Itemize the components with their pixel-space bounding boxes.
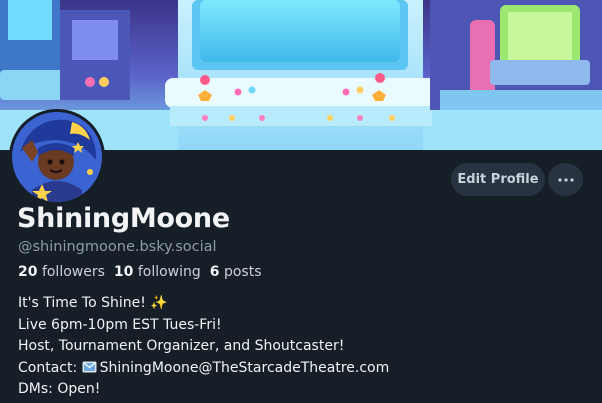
bio-line: Host, Tournament Organizer, and Shoutcas… [18, 338, 345, 354]
following-label: following [137, 264, 201, 280]
bio-contact-email[interactable]: ShiningMoone@TheStarcadeTheatre.com [100, 360, 390, 376]
ellipsis-icon [557, 177, 574, 182]
posts-count: 6 [209, 264, 220, 280]
followers-count: 20 [18, 264, 38, 280]
profile-handle[interactable]: @shiningmoone.bsky.social [18, 239, 217, 255]
posts-stat: 6 posts [210, 264, 262, 280]
following-link[interactable]: 10 following [114, 264, 201, 280]
more-options-button[interactable] [548, 163, 583, 196]
avatar-illustration [12, 112, 102, 202]
bio-contact-prefix: Contact: [18, 359, 82, 376]
email-icon [82, 361, 97, 372]
avatar[interactable] [12, 112, 102, 202]
edit-profile-button[interactable]: Edit Profile [451, 163, 545, 196]
profile-bio: It's Time To Shine! ✨ Live 6pm-10pm EST … [18, 293, 389, 401]
following-count: 10 [113, 264, 134, 280]
bio-line: It's Time To Shine! ✨ [18, 295, 168, 311]
bio-contact-line: Contact: ShiningMoone@TheStarcadeTheatre… [18, 358, 389, 380]
followers-link[interactable]: 20 followers [18, 264, 105, 280]
posts-label: posts [223, 264, 262, 280]
profile-stats: 20 followers 10 following 6 posts [18, 264, 262, 280]
profile-display-name: ShiningMoone [17, 203, 230, 234]
followers-label: followers [41, 264, 105, 280]
bio-line: DMs: Open! [18, 381, 101, 397]
bio-line: Live 6pm-10pm EST Tues-Fri! [18, 316, 222, 333]
